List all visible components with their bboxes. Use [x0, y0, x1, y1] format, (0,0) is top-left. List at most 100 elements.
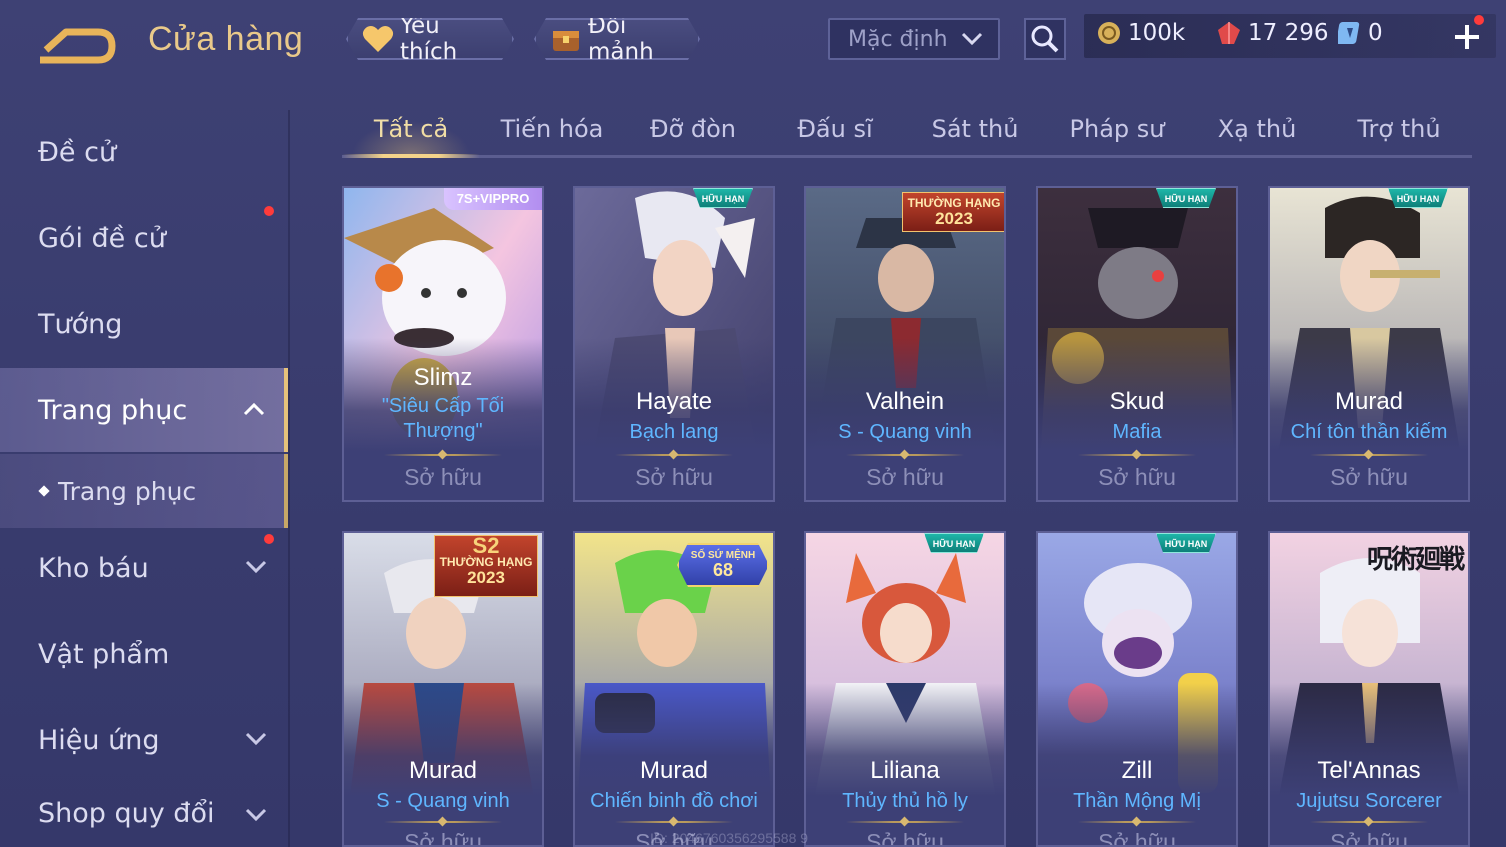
rank-badge: S2 THƯỜNG HẠNG 2023 — [434, 535, 538, 597]
vip-badge: 7S+VIPPRO — [444, 188, 542, 210]
skin-card[interactable]: SỐ SỨ MỆNH 68 Murad Chiến binh đồ chơi S… — [573, 531, 775, 847]
tab-label: Sát thủ — [931, 115, 1019, 143]
limited-badge: HỮU HẠN — [1156, 533, 1216, 553]
card-separator — [846, 821, 964, 823]
favorites-label: Yêu thích — [400, 13, 458, 65]
owned-status: Sở hữu — [404, 829, 482, 847]
owned-status: Sở hữu — [866, 829, 944, 847]
hero-name: Murad — [639, 757, 709, 784]
skin-card[interactable]: 呪術廻戦 Tel'Annas Jujutsu Sorcerer Sở hữu — [1268, 531, 1470, 847]
sidebar-item-items[interactable]: Vật phẩm — [0, 612, 288, 696]
skin-card[interactable]: HỮU HẠN Zill Thần Mộng Mị Sở hữu — [1036, 531, 1238, 847]
notification-dot — [264, 206, 274, 216]
owned-status: Sở hữu — [404, 464, 482, 490]
tab-label: Tiến hóa — [500, 115, 604, 143]
tab-label: Pháp sư — [1069, 115, 1165, 143]
favorites-button[interactable]: Yêu thích — [346, 18, 514, 60]
mission-badge: SỐ SỨ MỆNH 68 — [677, 543, 769, 587]
rank-badge-year: 2023 — [467, 568, 505, 587]
add-currency-icon[interactable] — [1452, 22, 1482, 52]
skin-card[interactable]: HỮU HẠN Murad Chí tôn thần kiếm Sở hữu — [1268, 186, 1470, 502]
sidebar-item-label: Trang phục — [38, 394, 188, 426]
card-separator — [615, 821, 733, 823]
skin-name: Jujutsu Sorcerer — [1296, 790, 1442, 812]
card-separator — [384, 454, 502, 456]
sort-dropdown[interactable]: Mặc định — [828, 18, 1000, 60]
skin-card[interactable]: THƯỜNG HẠNG 2023 Valhein S - Quang vinh … — [804, 186, 1006, 502]
skin-card[interactable]: HỮU HẠN Liliana Thủy thủ hồ ly Sở hữu — [804, 531, 1006, 847]
skin-name: S - Quang vinh — [838, 421, 972, 443]
sidebar-item-treasure[interactable]: Kho báu — [0, 526, 288, 610]
coin-balance: 100k — [1096, 20, 1185, 46]
skin-name: Chiến binh đồ chơi — [590, 790, 758, 812]
mission-badge-number: 68 — [712, 560, 734, 580]
tab-assassin[interactable]: Sát thủ — [906, 100, 1044, 158]
owned-status: Sở hữu — [635, 464, 713, 490]
search-icon — [1031, 25, 1059, 53]
gem-icon — [1218, 22, 1240, 44]
tab-tank[interactable]: Đỡ đòn — [624, 100, 762, 158]
shard-exchange-button[interactable]: Đổi mảnh — [534, 18, 700, 60]
owned-status: Sở hữu — [1330, 464, 1408, 490]
card-separator — [1078, 454, 1196, 456]
hero-name: Murad — [408, 757, 478, 784]
tab-label: Đấu sĩ — [797, 115, 873, 143]
tab-support[interactable]: Trợ thủ — [1330, 100, 1468, 158]
limited-badge: HỮU HẠN — [1388, 188, 1448, 208]
sidebar-item-effects[interactable]: Hiệu ứng — [0, 698, 288, 782]
owned-status: Sở hữu — [1330, 829, 1408, 847]
notification-dot — [1474, 15, 1484, 25]
gem-amount: 17 296 — [1248, 20, 1329, 46]
hero-name: Tel'Annas — [1317, 757, 1421, 784]
rank-badge-year: 2023 — [935, 209, 973, 228]
sidebar-item-label: Đề cử — [38, 136, 117, 168]
sidebar-item-label: Gói đề cử — [38, 222, 166, 254]
category-tabs: Tất cả Tiến hóa Đỡ đòn Đấu sĩ Sát thủ Ph… — [342, 100, 1472, 158]
shard-exchange-label: Đổi mảnh — [588, 13, 654, 65]
hero-name: Valhein — [865, 388, 945, 415]
voucher-icon — [1338, 22, 1360, 44]
rank-badge-label: THƯỜNG HẠNG — [439, 555, 533, 569]
skin-card[interactable]: HỮU HẠN Skud Mafia Sở hữu — [1036, 186, 1238, 502]
heart-icon — [362, 23, 394, 55]
gem-balance: 17 296 — [1216, 20, 1328, 46]
limited-badge: HỮU HẠN — [693, 188, 753, 208]
rank-badge-season: S2 — [472, 533, 500, 558]
sidebar-divider — [288, 110, 290, 847]
page-title: Cửa hàng — [148, 20, 304, 58]
sidebar-item-label: Hiệu ứng — [38, 724, 160, 756]
sidebar-item-exchange-shop[interactable]: Shop quy đổi — [0, 782, 288, 844]
card-separator — [1310, 821, 1428, 823]
card-separator — [615, 454, 733, 456]
hero-name: Slimz — [413, 364, 473, 391]
collab-badge: 呪術廻戦 — [1366, 545, 1465, 575]
sidebar-subitem-label: Trang phục — [58, 476, 197, 506]
card-separator — [846, 454, 964, 456]
back-arrow-icon[interactable] — [36, 20, 118, 68]
chevron-down-icon — [245, 808, 267, 822]
skin-grid: 7S+VIPPRO Slimz "Siêu Cấp Tối Thượng" Sở… — [342, 186, 1472, 847]
search-button[interactable] — [1024, 18, 1066, 60]
rank-badge-label: THƯỜNG HẠNG — [907, 196, 1001, 210]
tab-evolution[interactable]: Tiến hóa — [483, 100, 621, 158]
rank-badge: THƯỜNG HẠNG 2023 — [902, 192, 1004, 232]
chevron-up-icon — [243, 402, 265, 416]
skin-name: Mafia — [1112, 421, 1162, 443]
tab-fighter[interactable]: Đấu sĩ — [766, 100, 904, 158]
skin-card[interactable]: 7S+VIPPRO Slimz "Siêu Cấp Tối Thượng" Sở… — [342, 186, 544, 502]
chest-icon — [550, 23, 582, 55]
tab-mage[interactable]: Pháp sư — [1048, 100, 1186, 158]
sidebar-item-featured-packs[interactable]: Gói đề cử — [0, 196, 288, 280]
tab-all[interactable]: Tất cả — [342, 100, 480, 158]
sidebar-item-featured[interactable]: Đề cử — [0, 110, 288, 194]
skin-card[interactable]: HỮU HẠN Hayate Bạch lang Sở hữu — [573, 186, 775, 502]
skin-card[interactable]: S2 THƯỜNG HẠNG 2023 Murad S - Quang vinh… — [342, 531, 544, 847]
sidebar-subitem-skins[interactable]: Trang phục — [0, 454, 288, 528]
coin-icon — [1098, 22, 1120, 44]
skin-name: Thần Mộng Mị — [1073, 790, 1201, 812]
owned-status: Sở hữu — [1098, 829, 1176, 847]
sidebar-item-skins[interactable]: Trang phục — [0, 368, 288, 452]
owned-status: Sở hữu — [866, 464, 944, 490]
tab-marksman[interactable]: Xạ thủ — [1188, 100, 1326, 158]
sidebar-item-heroes[interactable]: Tướng — [0, 282, 288, 366]
